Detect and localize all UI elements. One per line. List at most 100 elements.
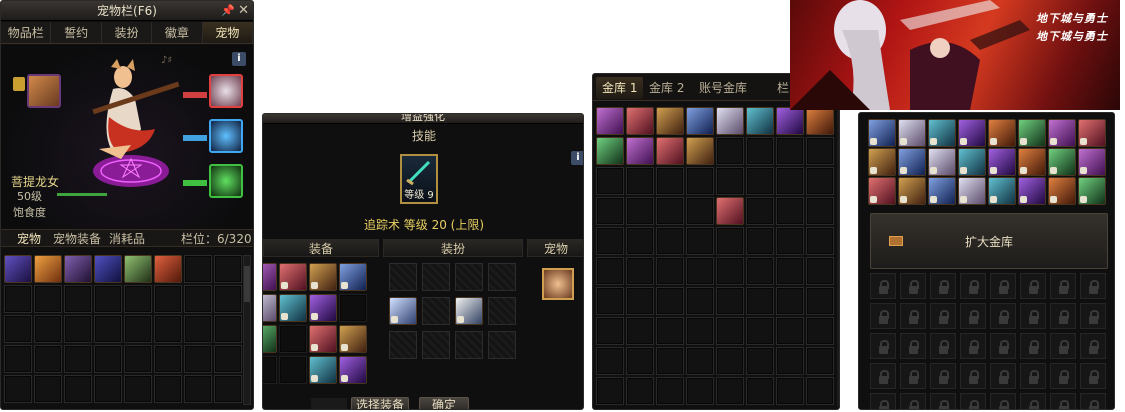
info-icon[interactable]: i	[571, 151, 583, 165]
inventory-slot[interactable]	[64, 285, 92, 313]
enhance-window-titlebar[interactable]: 增益强化	[263, 114, 583, 124]
bank-slot[interactable]	[686, 227, 714, 255]
bank-slot[interactable]	[806, 197, 834, 225]
confirm-button[interactable]: 确定	[419, 397, 469, 409]
bank-slot[interactable]	[686, 197, 714, 225]
bank-slot[interactable]	[806, 317, 834, 345]
scrollbar-thumb[interactable]	[244, 266, 250, 302]
bank-slot[interactable]	[746, 317, 774, 345]
scrollbar[interactable]	[243, 255, 251, 405]
info-icon[interactable]: i	[232, 52, 246, 66]
select-equipment-button[interactable]: 选择装备	[351, 397, 409, 409]
pet-item-icon[interactable]	[64, 255, 92, 283]
bank-item-icon[interactable]	[958, 119, 986, 147]
tab-item-bag[interactable]: 物品栏	[1, 22, 52, 43]
subtab-pet[interactable]: 宠物	[17, 230, 41, 248]
bank-item-icon[interactable]	[928, 148, 956, 176]
inventory-slot[interactable]	[184, 285, 212, 313]
tab-pet[interactable]: 宠物	[202, 22, 253, 43]
bank-slot[interactable]	[656, 257, 684, 285]
bank-slot[interactable]	[776, 167, 804, 195]
bank-slot[interactable]	[656, 377, 684, 405]
inventory-slot[interactable]	[34, 285, 62, 313]
inventory-slot[interactable]	[124, 375, 152, 403]
inventory-slot[interactable]	[34, 315, 62, 343]
inventory-slot[interactable]	[184, 255, 212, 283]
avatar-item-icon[interactable]	[455, 297, 483, 325]
bank-item-icon[interactable]	[596, 107, 624, 135]
bank-item-icon[interactable]	[898, 177, 926, 205]
inventory-slot[interactable]	[154, 345, 182, 373]
bank-item-icon[interactable]	[898, 148, 926, 176]
bank-item-icon[interactable]	[898, 119, 926, 147]
bank-slot[interactable]	[686, 347, 714, 375]
bank-slot[interactable]	[626, 197, 654, 225]
inventory-slot[interactable]	[154, 315, 182, 343]
bank-item-icon[interactable]	[988, 177, 1016, 205]
bank-slot[interactable]	[596, 377, 624, 405]
inventory-slot[interactable]	[154, 285, 182, 313]
pet-egg-slot[interactable]	[27, 74, 61, 108]
bank-item-icon[interactable]	[928, 119, 956, 147]
bank-item-icon[interactable]	[958, 148, 986, 176]
tab-avatar[interactable]: 装扮	[102, 22, 153, 43]
bank-slot[interactable]	[746, 167, 774, 195]
bank-item-icon[interactable]	[686, 137, 714, 165]
inventory-slot[interactable]	[34, 375, 62, 403]
inventory-slot[interactable]	[94, 285, 122, 313]
bank-slot[interactable]	[596, 347, 624, 375]
avatar-slot[interactable]	[488, 297, 516, 325]
avatar-slot[interactable]	[422, 263, 450, 291]
bank-item-icon[interactable]	[716, 197, 744, 225]
equipment-item-icon[interactable]	[263, 263, 277, 291]
inventory-slot[interactable]	[214, 285, 242, 313]
bank-slot[interactable]	[776, 347, 804, 375]
pet-enhance-slot[interactable]	[542, 268, 574, 300]
tab-account-bank[interactable]: 账号金库	[693, 77, 753, 99]
bank-item-icon[interactable]	[868, 177, 896, 205]
bank-item-icon[interactable]	[958, 177, 986, 205]
bank-item-icon[interactable]	[988, 119, 1016, 147]
bank-item-icon[interactable]	[1048, 119, 1076, 147]
bank-slot[interactable]	[596, 227, 624, 255]
bank-slot[interactable]	[626, 167, 654, 195]
inventory-slot[interactable]	[4, 345, 32, 373]
tab-emblem[interactable]: 徽章	[152, 22, 203, 43]
bank-item-icon[interactable]	[1078, 119, 1106, 147]
avatar-slot[interactable]	[455, 263, 483, 291]
pet-slot-green[interactable]	[209, 164, 243, 198]
bank-slot[interactable]	[596, 287, 624, 315]
equipment-item-icon[interactable]	[309, 294, 337, 322]
bank-slot[interactable]	[656, 347, 684, 375]
inventory-slot[interactable]	[94, 375, 122, 403]
inventory-slot[interactable]	[4, 375, 32, 403]
bank-slot[interactable]	[686, 167, 714, 195]
bank-item-icon[interactable]	[1018, 119, 1046, 147]
bank-slot[interactable]	[656, 287, 684, 315]
inventory-slot[interactable]	[124, 285, 152, 313]
avatar-slot[interactable]	[455, 331, 483, 359]
inventory-slot[interactable]	[64, 345, 92, 373]
bank-item-icon[interactable]	[1078, 177, 1106, 205]
avatar-slot[interactable]	[488, 263, 516, 291]
bank-slot[interactable]	[716, 227, 744, 255]
bank-item-icon[interactable]	[806, 107, 834, 135]
pet-item-icon[interactable]	[124, 255, 152, 283]
bank-slot[interactable]	[626, 317, 654, 345]
equipment-slot[interactable]	[263, 356, 277, 384]
bank-item-icon[interactable]	[868, 119, 896, 147]
bank-item-icon[interactable]	[1048, 177, 1076, 205]
inventory-slot[interactable]	[124, 345, 152, 373]
bank-slot[interactable]	[716, 137, 744, 165]
subtab-consumables[interactable]: 消耗品	[109, 230, 145, 248]
bank-item-icon[interactable]	[988, 148, 1016, 176]
bank-slot[interactable]	[776, 317, 804, 345]
inventory-slot[interactable]	[4, 285, 32, 313]
equipment-item-icon[interactable]	[279, 294, 307, 322]
bank-slot[interactable]	[746, 227, 774, 255]
bank-slot[interactable]	[626, 287, 654, 315]
bank-slot[interactable]	[776, 287, 804, 315]
avatar-slot[interactable]	[389, 331, 417, 359]
bank-item-icon[interactable]	[1078, 148, 1106, 176]
bank-item-icon[interactable]	[868, 148, 896, 176]
